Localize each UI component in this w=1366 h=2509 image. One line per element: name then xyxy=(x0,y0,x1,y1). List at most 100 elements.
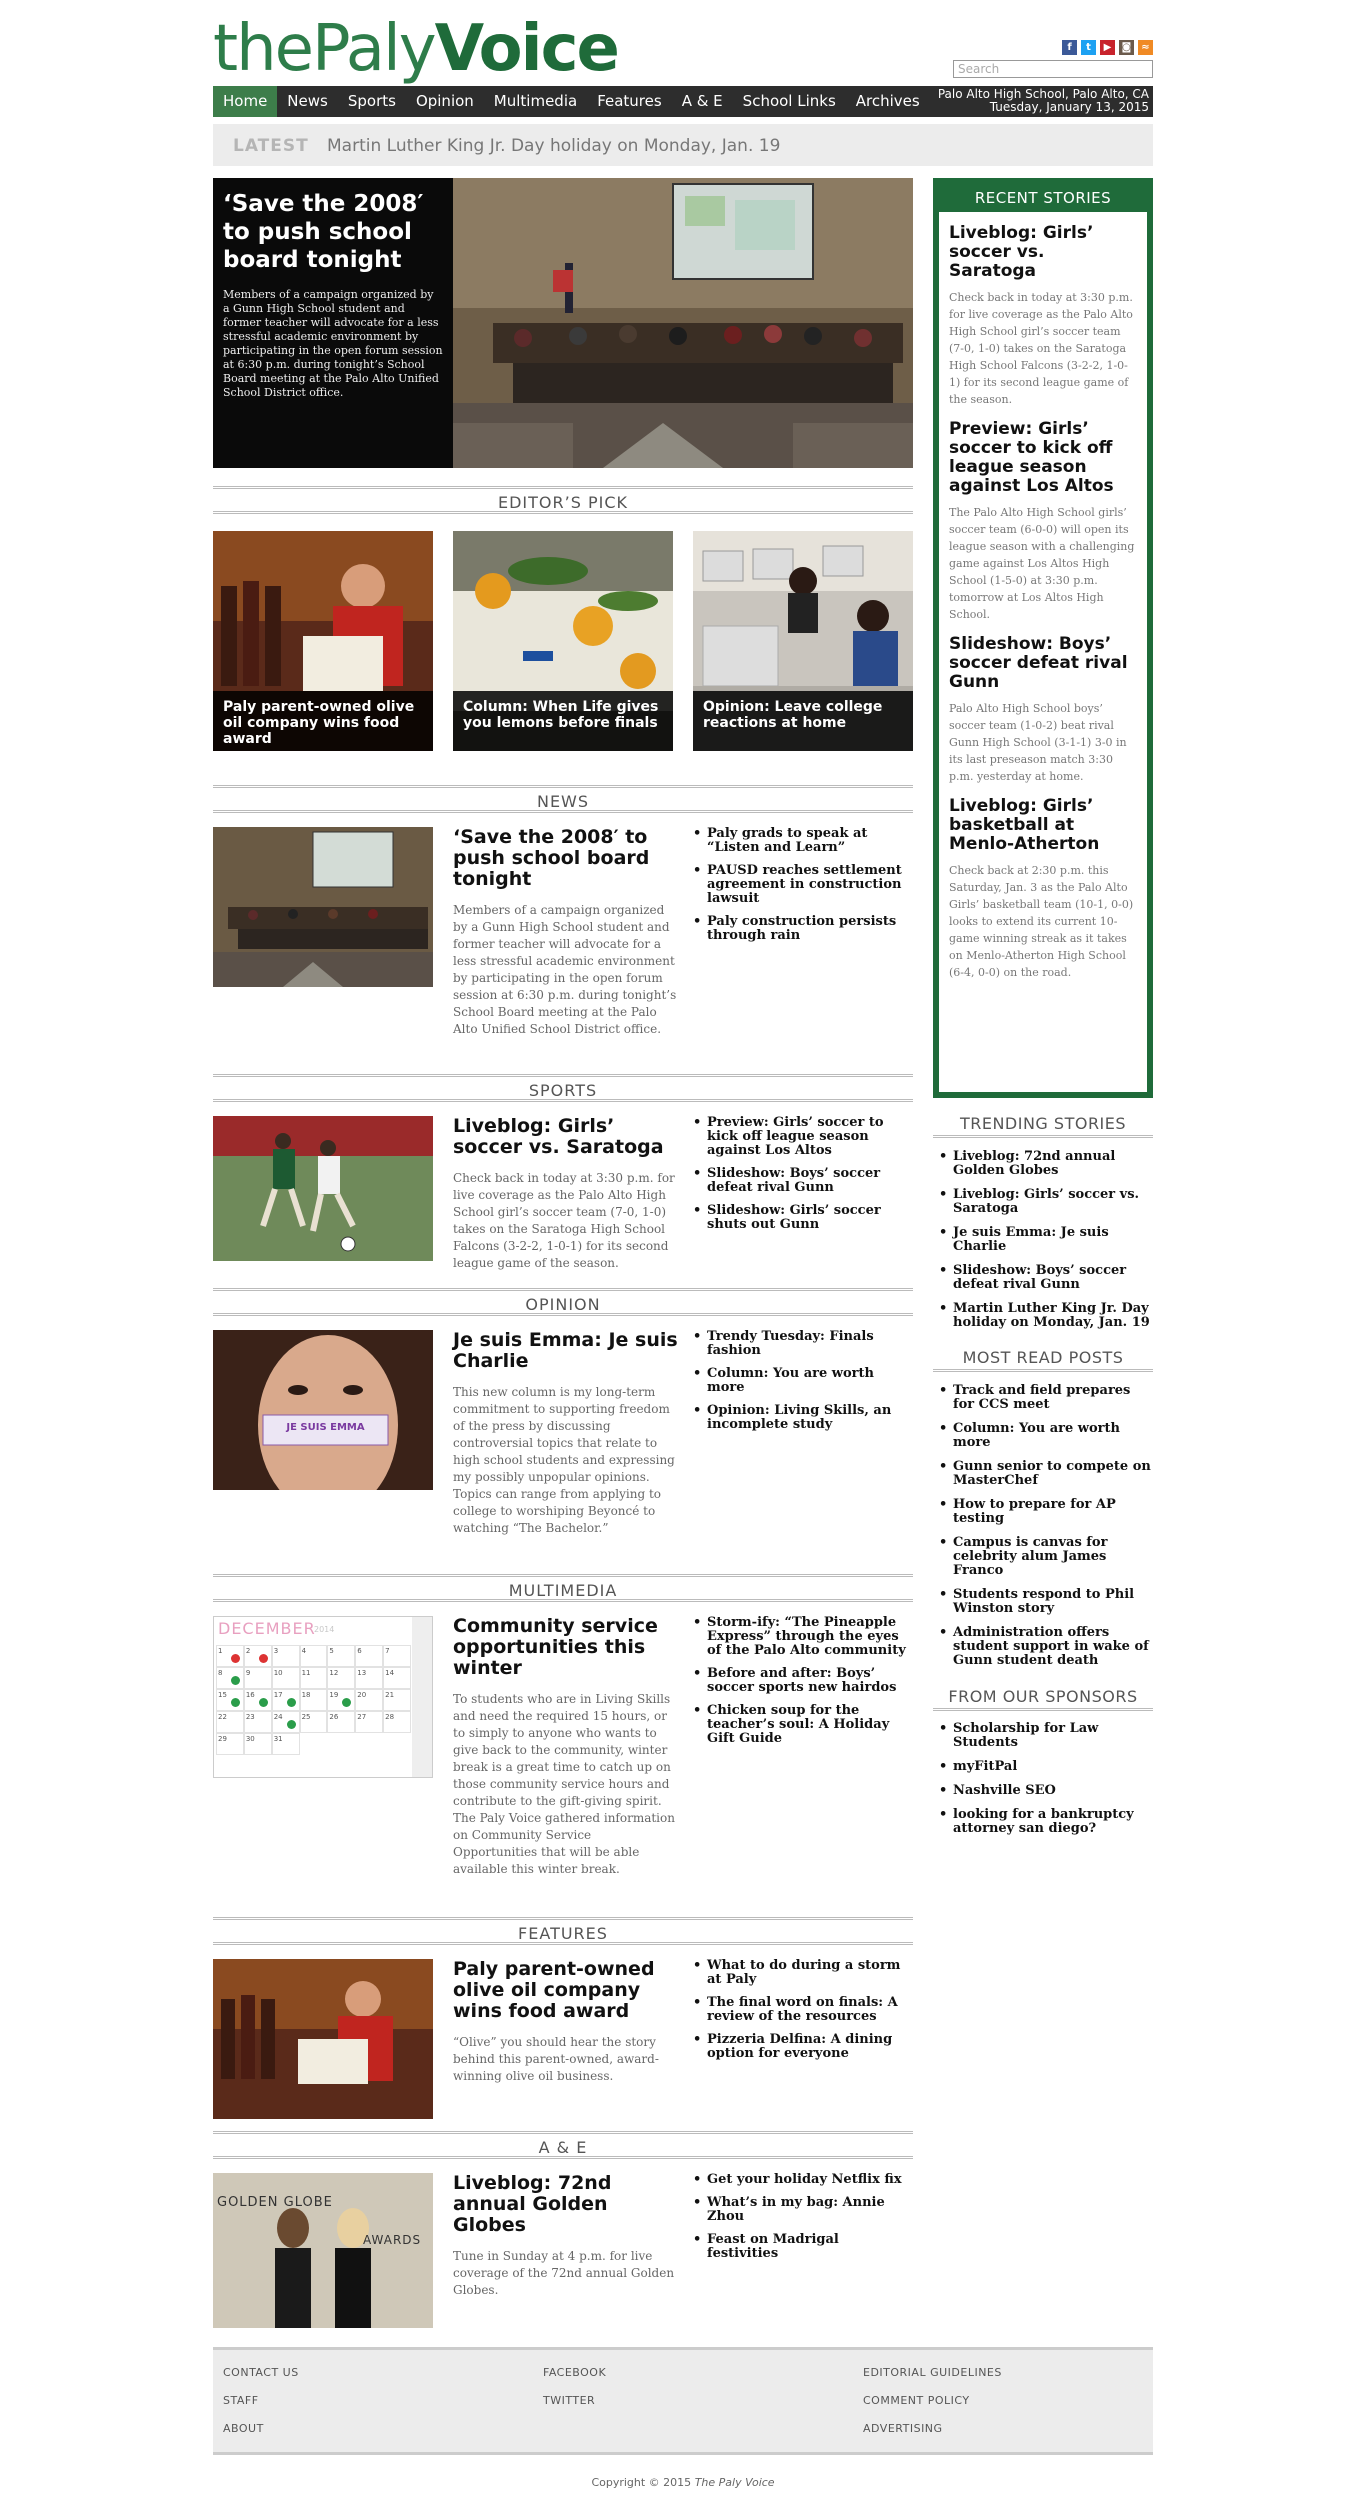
most-read-item[interactable]: How to prepare for AP testing xyxy=(933,1498,1153,1526)
recent-item-title[interactable]: Liveblog: Girls’ soccer vs. Saratoga xyxy=(949,224,1137,281)
nav-archives[interactable]: Archives xyxy=(846,86,930,117)
pick-card-3[interactable]: Opinion: Leave college reactions at home xyxy=(693,531,913,751)
opinion-link-2[interactable]: Column: You are worth more xyxy=(693,1367,913,1395)
ae-link-2[interactable]: What’s in my bag: Annie Zhou xyxy=(693,2196,913,2224)
search-input[interactable]: Search xyxy=(953,60,1153,78)
multimedia-title[interactable]: Community service opportunities this win… xyxy=(453,1616,678,1679)
youtube-icon[interactable]: ▶ xyxy=(1100,40,1115,55)
recent-item-title[interactable]: Slideshow: Boys’ soccer defeat rival Gun… xyxy=(949,635,1137,692)
most-read-item[interactable]: Column: You are worth more xyxy=(933,1422,1153,1450)
facebook-icon[interactable]: f xyxy=(1062,40,1077,55)
most-read-item[interactable]: Gunn senior to compete on MasterChef xyxy=(933,1460,1153,1488)
most-read-item[interactable]: Administration offers student support in… xyxy=(933,1626,1153,1668)
ae-thumb[interactable]: GOLDEN GLOBE AWARDS xyxy=(213,2173,433,2328)
latest-link[interactable]: Martin Luther King Jr. Day holiday on Mo… xyxy=(327,136,780,156)
news-link-1[interactable]: Paly grads to speak at “Listen and Learn… xyxy=(693,827,913,855)
recent-item: Liveblog: Girls’ soccer vs. Saratoga Che… xyxy=(939,224,1147,408)
news-heading: NEWS xyxy=(213,785,913,813)
nav-ae[interactable]: A & E xyxy=(672,86,733,117)
recent-item-title[interactable]: Preview: Girls’ soccer to kick off leagu… xyxy=(949,420,1137,496)
multimedia-link-2[interactable]: Before and after: Boys’ soccer sports ne… xyxy=(693,1667,913,1695)
ae-link-1[interactable]: Get your holiday Netflix fix xyxy=(693,2173,913,2188)
calendar-event-dot xyxy=(230,1698,240,1707)
features-link-3[interactable]: Pizzeria Delfina: A dining option for ev… xyxy=(693,2033,913,2061)
sports-link-3[interactable]: Slideshow: Girls’ soccer shuts out Gunn xyxy=(693,1204,913,1232)
pick-card-1[interactable]: Paly parent-owned olive oil company wins… xyxy=(213,531,433,751)
multimedia-link-1[interactable]: Storm-ify: “The Pineapple Express” throu… xyxy=(693,1616,913,1658)
twitter-icon[interactable]: t xyxy=(1081,40,1096,55)
calendar-day: 30 xyxy=(243,1733,272,1755)
sponsor-link[interactable]: myFitPal xyxy=(933,1760,1153,1775)
sports-link-2[interactable]: Slideshow: Boys’ soccer defeat rival Gun… xyxy=(693,1167,913,1195)
sports-thumb[interactable] xyxy=(213,1116,433,1261)
pick-caption-2[interactable]: Column: When Life gives you lemons befor… xyxy=(453,691,673,751)
opinion-link-1[interactable]: Trendy Tuesday: Finals fashion xyxy=(693,1330,913,1358)
trending-item[interactable]: Liveblog: Girls’ soccer vs. Saratoga xyxy=(933,1188,1153,1216)
hero-title[interactable]: ‘Save the 2008′ to push school board ton… xyxy=(223,190,443,274)
trending-list: Liveblog: 72nd annual Golden Globes Live… xyxy=(933,1150,1153,1340)
trending-item[interactable]: Liveblog: 72nd annual Golden Globes xyxy=(933,1150,1153,1178)
nav-opinion[interactable]: Opinion xyxy=(406,86,484,117)
news-link-2[interactable]: PAUSD reaches settlement agreement in co… xyxy=(693,864,913,906)
multimedia-link-3[interactable]: Chicken soup for the teacher’s soul: A H… xyxy=(693,1704,913,1746)
features-title[interactable]: Paly parent-owned olive oil company wins… xyxy=(453,1959,678,2022)
calendar-day: 25 xyxy=(299,1711,328,1733)
footer-comment-policy-link[interactable]: COMMENT POLICY xyxy=(863,2394,1002,2407)
opinion-thumb[interactable]: JE SUIS EMMA xyxy=(213,1330,433,1490)
nav-school-links[interactable]: School Links xyxy=(733,86,846,117)
site-logo[interactable]: thePalyVoice xyxy=(213,14,620,84)
footer-facebook-link[interactable]: FACEBOOK xyxy=(543,2366,606,2379)
ae-title[interactable]: Liveblog: 72nd annual Golden Globes xyxy=(453,2173,678,2236)
instagram-icon[interactable]: ◙ xyxy=(1119,40,1134,55)
hero-story[interactable]: ‘Save the 2008′ to push school board ton… xyxy=(213,178,913,468)
opinion-link-3[interactable]: Opinion: Living Skills, an incomplete st… xyxy=(693,1404,913,1432)
multimedia-thumb[interactable]: DECEMBER 2014 1 2 3 4 5 6 7 8 9 10 11 12 13 14 15 16 17 1… xyxy=(213,1616,433,1778)
features-link-2[interactable]: The final word on finals: A review of th… xyxy=(693,1996,913,2024)
opinion-title[interactable]: Je suis Emma: Je suis Charlie xyxy=(453,1330,678,1372)
pick-caption-3[interactable]: Opinion: Leave college reactions at home xyxy=(693,691,913,751)
nav-sports[interactable]: Sports xyxy=(338,86,406,117)
footer-twitter-link[interactable]: TWITTER xyxy=(543,2394,606,2407)
footer-staff-link[interactable]: STAFF xyxy=(223,2394,299,2407)
sponsor-link[interactable]: looking for a bankruptcy attorney san di… xyxy=(933,1808,1153,1836)
recent-item: Liveblog: Girls’ basketball at Menlo-Ath… xyxy=(939,797,1147,981)
sports-title[interactable]: Liveblog: Girls’ soccer vs. Saratoga xyxy=(453,1116,678,1158)
copyright: Copyright © 2015 The Paly Voice xyxy=(213,2476,1153,2489)
rss-icon[interactable]: ≈ xyxy=(1138,40,1153,55)
ae-links: Get your holiday Netflix fix What’s in m… xyxy=(693,2173,913,2270)
recent-item: Preview: Girls’ soccer to kick off leagu… xyxy=(939,420,1147,623)
trending-item[interactable]: Martin Luther King Jr. Day holiday on Mo… xyxy=(933,1302,1153,1330)
news-summary: Members of a campaign organized by a Gun… xyxy=(453,903,677,1036)
most-read-item[interactable]: Students respond to Phil Winston story xyxy=(933,1588,1153,1616)
features-thumb[interactable] xyxy=(213,1959,433,2119)
news-thumb[interactable] xyxy=(213,827,433,987)
calendar-day: 11 xyxy=(299,1667,328,1689)
trending-item[interactable]: Je suis Emma: Je suis Charlie xyxy=(933,1226,1153,1254)
news-title[interactable]: ‘Save the 2008′ to push school board ton… xyxy=(453,827,678,890)
pick-card-2[interactable]: Column: When Life gives you lemons befor… xyxy=(453,531,673,751)
footer-guidelines-link[interactable]: EDITORIAL GUIDELINES xyxy=(863,2366,1002,2379)
recent-item-summary: Check back at 2:30 p.m. this Saturday, J… xyxy=(949,864,1134,979)
news-link-3[interactable]: Paly construction persists through rain xyxy=(693,915,913,943)
hero-photo[interactable] xyxy=(453,178,913,468)
most-read-item[interactable]: Track and field prepares for CCS meet xyxy=(933,1384,1153,1412)
nav-news[interactable]: News xyxy=(277,86,338,117)
ae-link-3[interactable]: Feast on Madrigal festivities xyxy=(693,2233,913,2261)
sports-link-1[interactable]: Preview: Girls’ soccer to kick off leagu… xyxy=(693,1116,913,1158)
features-link-1[interactable]: What to do during a storm at Paly xyxy=(693,1959,913,1987)
calendar-year: 2014 xyxy=(314,1625,335,1634)
nav-home[interactable]: Home xyxy=(213,86,278,117)
most-read-item[interactable]: Campus is canvas for celebrity alum Jame… xyxy=(933,1536,1153,1578)
sponsor-link[interactable]: Nashville SEO xyxy=(933,1784,1153,1799)
pick-caption-1[interactable]: Paly parent-owned olive oil company wins… xyxy=(213,691,433,751)
footer-contact-link[interactable]: CONTACT US xyxy=(223,2366,299,2379)
recent-item-title[interactable]: Liveblog: Girls’ basketball at Menlo-Ath… xyxy=(949,797,1137,854)
trending-item[interactable]: Slideshow: Boys’ soccer defeat rival Gun… xyxy=(933,1264,1153,1292)
nav-features[interactable]: Features xyxy=(587,86,672,117)
footer-advertising-link[interactable]: ADVERTISING xyxy=(863,2422,1002,2435)
calendar-day: 29 xyxy=(216,1733,244,1755)
most-read-heading: MOST READ POSTS xyxy=(933,1346,1153,1372)
footer-about-link[interactable]: ABOUT xyxy=(223,2422,299,2435)
nav-multimedia[interactable]: Multimedia xyxy=(484,86,587,117)
sponsor-link[interactable]: Scholarship for Law Students xyxy=(933,1722,1153,1750)
